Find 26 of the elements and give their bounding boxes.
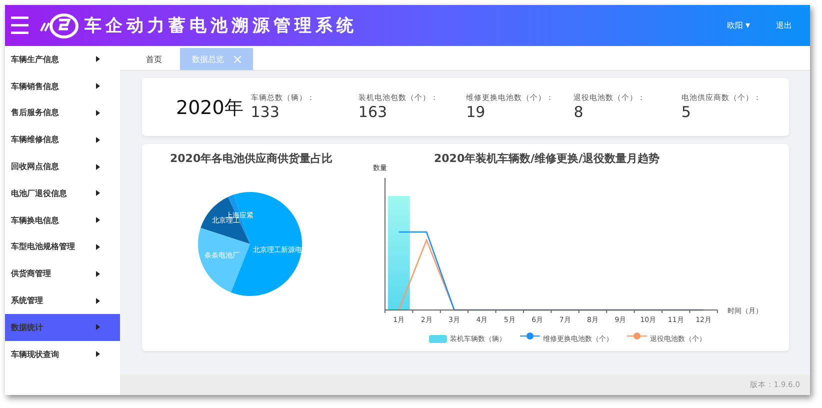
menu-icon[interactable]: ☰ [9,14,31,38]
caret-icon [96,56,100,62]
chart-title: 2020年装机车辆数/维修更换/退役数量月趋势 [434,151,660,166]
caret-icon [96,298,100,304]
legend-marker [627,332,647,340]
caret-icon [96,217,100,224]
close-icon[interactable] [234,56,241,62]
caret-icon [96,244,100,250]
legend-marker [520,332,540,340]
stat-value: 8 [574,103,584,121]
stat-value: 5 [681,103,692,121]
year-label: 2020年 [176,96,244,121]
stat-value: 163 [358,103,388,121]
stat-value: 19 [466,103,486,121]
caret-icon [96,83,100,90]
caret-icon [96,190,100,196]
app-title: 车企动力蓄电池溯源管理系统 [84,15,358,37]
caret-icon [96,164,100,170]
caret-icon [96,136,100,143]
caret-icon [96,110,100,116]
caret-icon [96,324,100,330]
chart-title: 2020年各电池供应商供货量占比 [170,151,333,166]
caret-icon [96,351,100,358]
caret-icon [96,270,100,277]
stat-value: 133 [250,103,280,121]
user-menu[interactable]: 欧阳 ▾ [716,20,760,31]
